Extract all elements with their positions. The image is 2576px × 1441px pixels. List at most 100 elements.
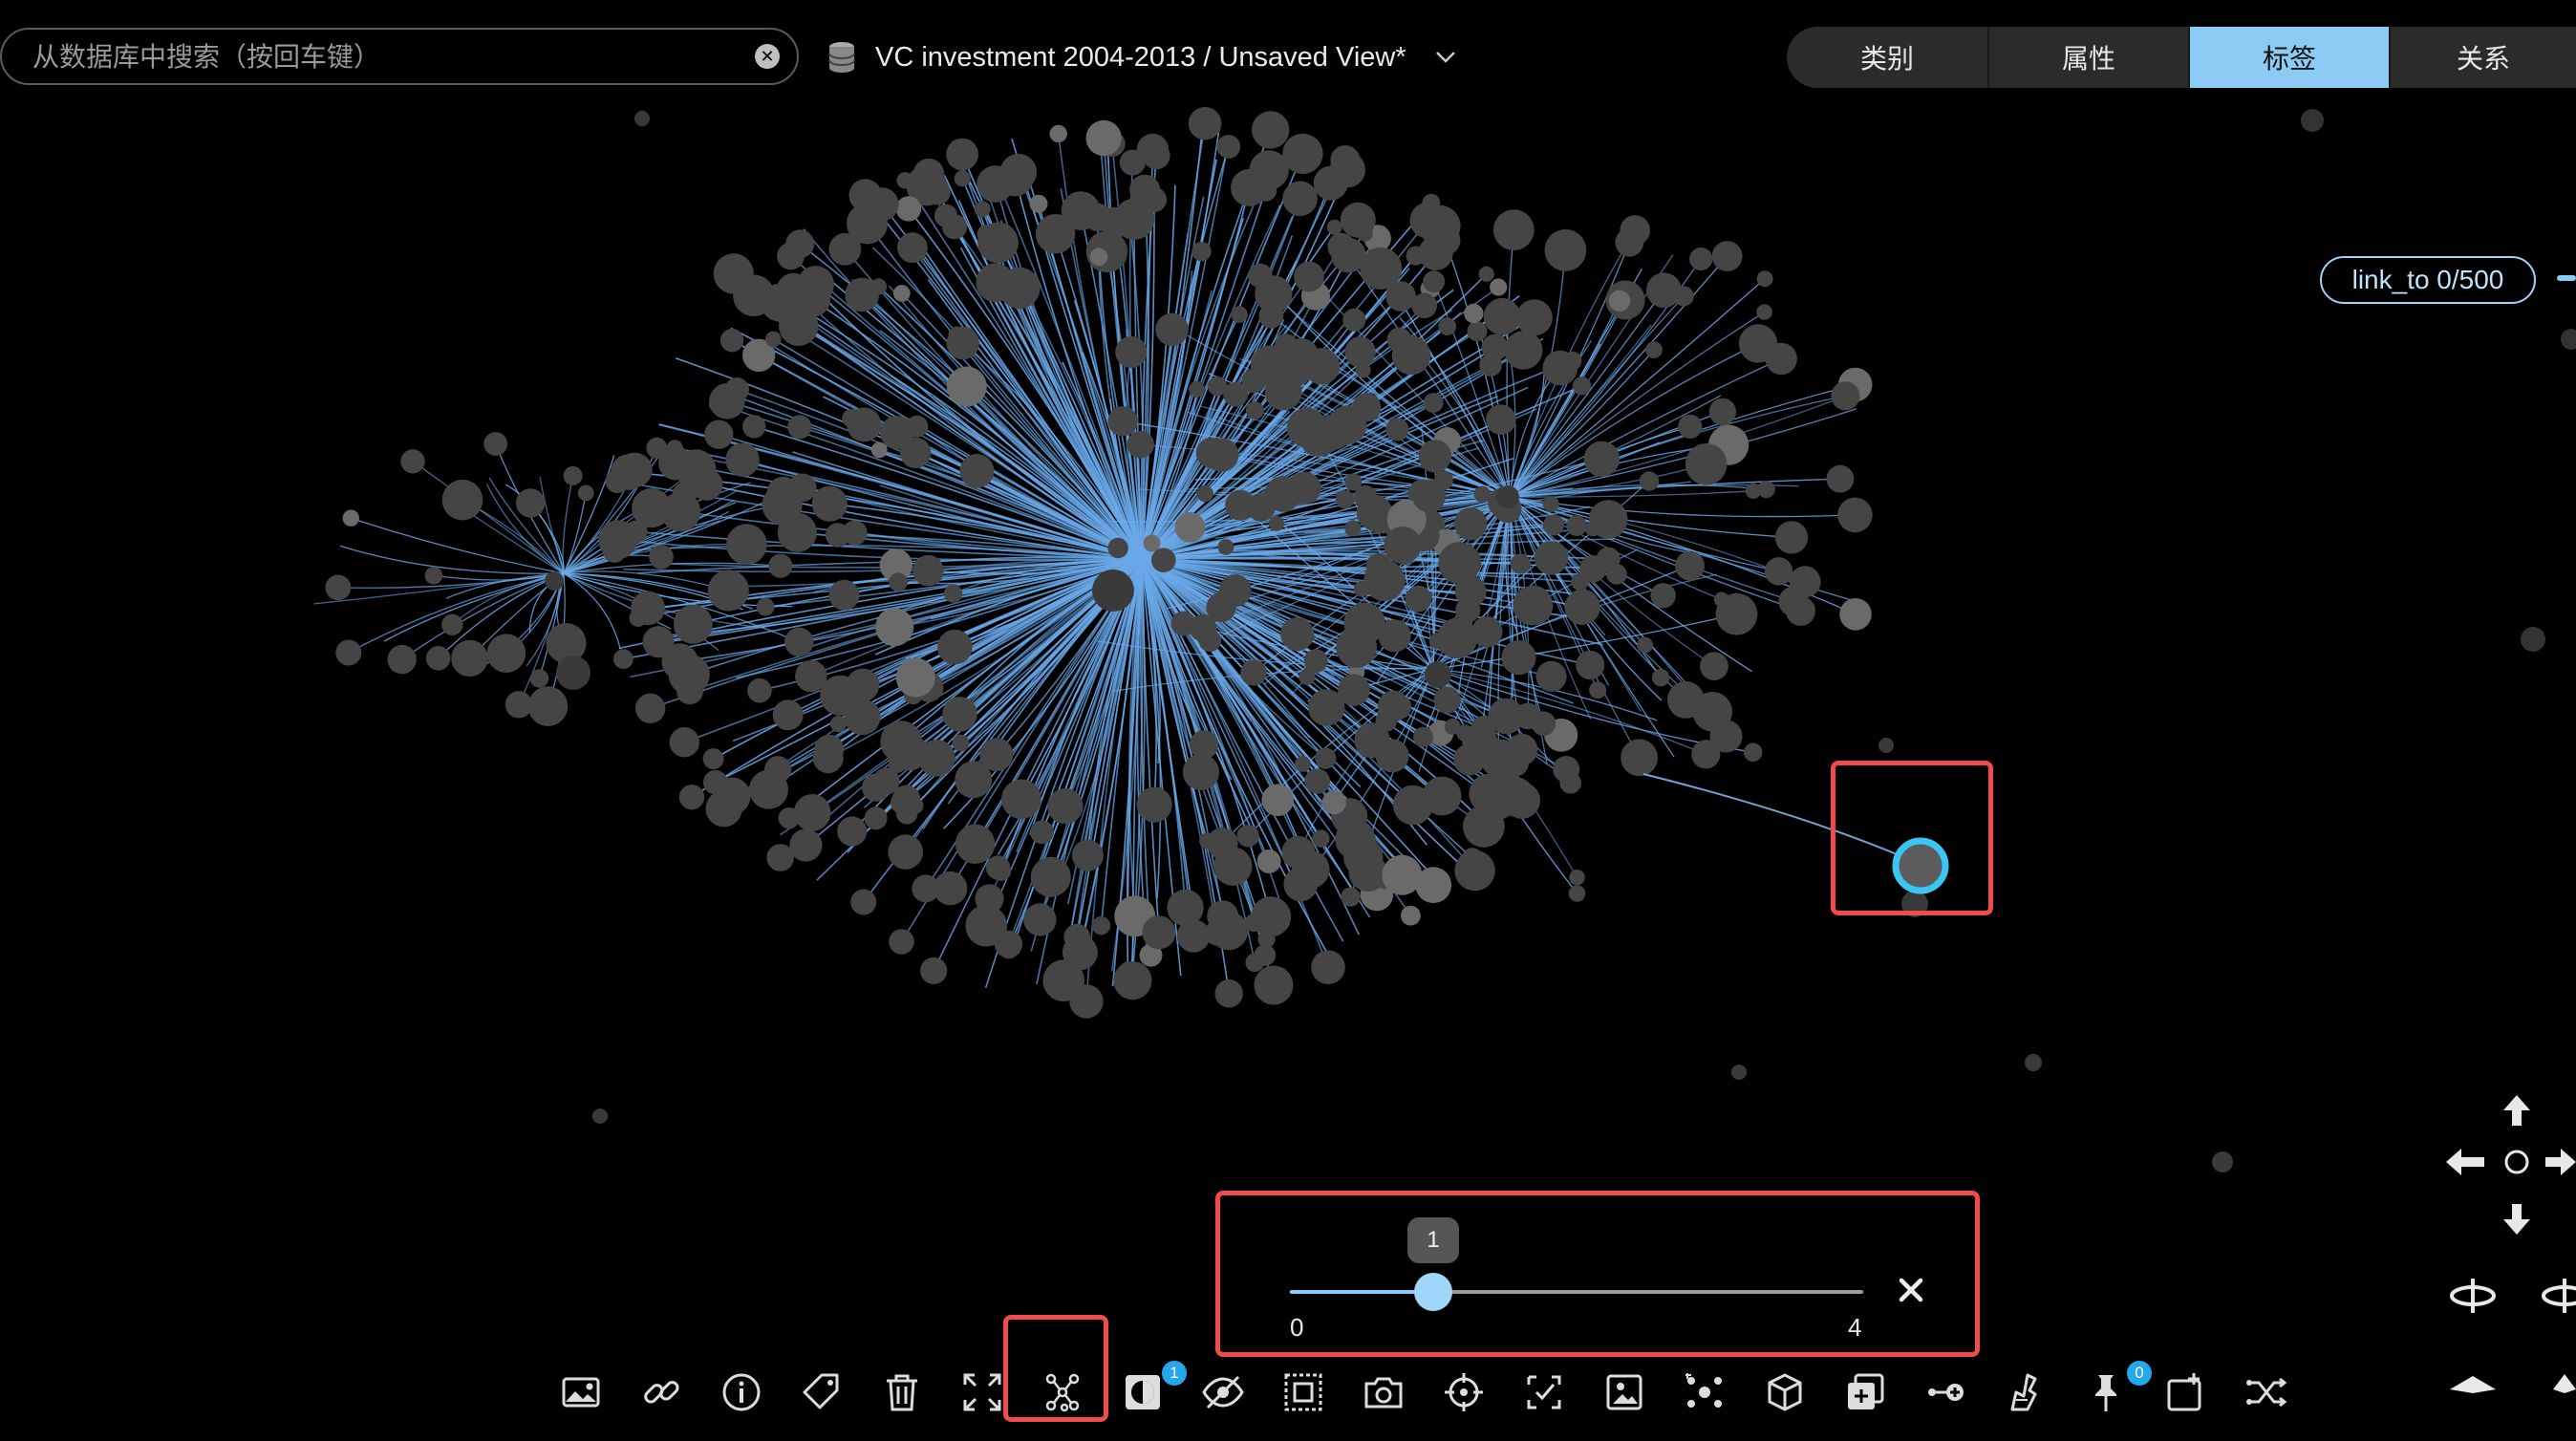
graph-node (1401, 905, 1421, 926)
arrow-down-icon[interactable] (2503, 1204, 2530, 1235)
tag-icon[interactable] (793, 1359, 850, 1426)
hide-icon[interactable] (1194, 1359, 1252, 1426)
graph-node (784, 627, 814, 656)
depth-slider[interactable]: 1 0 4 (1290, 1217, 1863, 1344)
graph-node (1001, 779, 1041, 820)
graph-node (1757, 480, 1775, 499)
graph-node (400, 449, 425, 474)
graph-node (1483, 297, 1521, 335)
graph-node (847, 407, 882, 442)
view-title-bar[interactable]: VC investment 2004-2013 / Unsaved View* (827, 32, 1456, 82)
graph-node (891, 785, 921, 814)
search-input[interactable] (31, 39, 755, 74)
cube-icon[interactable] (1756, 1359, 1814, 1426)
slider-fill (1290, 1290, 1433, 1294)
tab-category[interactable]: 类别 (1787, 27, 1987, 88)
graph-node (1606, 564, 1627, 585)
graph-node (895, 657, 935, 698)
add-node-icon[interactable] (1917, 1359, 1974, 1426)
tab-property[interactable]: 属性 (1987, 27, 2188, 88)
clear-search-icon[interactable]: ✕ (755, 44, 780, 69)
graph-node (1182, 753, 1219, 791)
graph-node (483, 432, 508, 456)
graph-node (1423, 393, 1444, 413)
graph-node (870, 278, 888, 295)
window-add-icon[interactable] (2157, 1359, 2215, 1426)
expand-icon[interactable] (954, 1359, 1011, 1426)
graph-node (1342, 308, 1366, 332)
hub-node (545, 571, 564, 591)
graph-node (1650, 583, 1676, 609)
cluster-icon[interactable] (1676, 1359, 1733, 1426)
link-icon[interactable] (633, 1359, 690, 1426)
rotate-left-icon[interactable] (2450, 1279, 2496, 1313)
graph-node (1503, 750, 1529, 777)
tilt-down-icon[interactable] (2450, 1376, 2496, 1393)
graph-node (912, 554, 944, 587)
graph-node (1035, 214, 1076, 254)
rotate-right-icon[interactable] (2542, 1279, 2576, 1313)
graph-node (1044, 870, 1064, 890)
graph-node (942, 697, 977, 732)
graph-node (766, 476, 800, 510)
close-slider-icon[interactable] (1896, 1275, 1926, 1305)
brush-icon[interactable] (1997, 1359, 2054, 1426)
graph-node (661, 643, 698, 680)
camera-icon[interactable] (1355, 1359, 1412, 1426)
graph-node (959, 454, 995, 488)
arrow-left-icon[interactable] (2446, 1149, 2484, 1175)
graph-node (335, 639, 362, 666)
graph-node (1119, 149, 1146, 176)
graph-node (997, 160, 1034, 197)
tilt-up-icon[interactable] (2553, 1374, 2576, 1393)
graph-node (629, 609, 648, 627)
graph-node (1588, 500, 1628, 539)
graph-node (1129, 174, 1161, 205)
pin-icon[interactable] (2077, 1359, 2135, 1426)
graph-node (1091, 916, 1111, 936)
chevron-down-icon[interactable] (1435, 51, 1456, 64)
arrow-up-icon[interactable] (2503, 1095, 2530, 1126)
shuffle-icon[interactable] (2238, 1359, 2295, 1426)
graph-node (451, 639, 488, 677)
graph-node (1251, 896, 1292, 937)
graph-node (1544, 229, 1587, 271)
graph-node (1170, 611, 1196, 636)
crosshair-icon[interactable] (1435, 1359, 1492, 1426)
graph-node (1438, 317, 1457, 335)
graph-node (1708, 398, 1737, 426)
slider-knob[interactable] (1414, 1273, 1452, 1311)
image-select-icon[interactable] (1596, 1359, 1653, 1426)
graph-node (1217, 539, 1234, 555)
graph-node (937, 629, 973, 665)
graph-node (772, 699, 804, 731)
graph-node (725, 442, 760, 478)
graph-node (934, 204, 958, 227)
search-bar[interactable]: ✕ (0, 28, 799, 85)
database-icon[interactable] (827, 41, 856, 74)
info-icon[interactable] (713, 1359, 770, 1426)
graph-node (1743, 742, 1763, 763)
graph-node (1023, 903, 1057, 936)
center-reset-icon[interactable] (2504, 1150, 2529, 1174)
panel-tabs: 类别 属性 标签 关系 (1787, 27, 2576, 88)
tab-relation[interactable]: 关系 (2389, 27, 2576, 88)
graph-node (1462, 848, 1483, 869)
graph-node (1689, 247, 1713, 271)
checkbox-select-icon[interactable] (1515, 1359, 1573, 1426)
image-icon[interactable] (552, 1359, 610, 1426)
arrow-right-icon[interactable] (2545, 1149, 2576, 1175)
tab-label[interactable]: 标签 (2188, 27, 2389, 88)
graph-node (793, 794, 831, 831)
trash-icon[interactable] (873, 1359, 931, 1426)
add-layer-icon[interactable] (1836, 1359, 1894, 1426)
graph-node (1615, 227, 1644, 257)
graph-node (1515, 299, 1553, 336)
graph-node (946, 138, 978, 171)
graph-node (1486, 404, 1516, 436)
network-layout-icon[interactable] (1034, 1359, 1091, 1426)
link-to-badge[interactable]: link_to 0/500 (2320, 256, 2536, 304)
graph-node (441, 613, 463, 635)
select-box-icon[interactable] (1275, 1359, 1332, 1426)
graph-node (1385, 418, 1409, 441)
